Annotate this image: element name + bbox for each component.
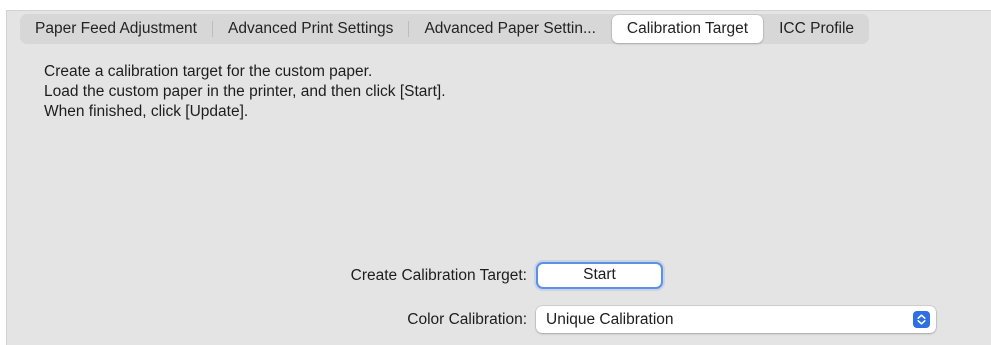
tab-advanced-paper-settings[interactable]: Advanced Paper Settin... bbox=[409, 15, 610, 43]
settings-panel bbox=[6, 10, 991, 345]
tab-icc-profile[interactable]: ICC Profile bbox=[764, 15, 869, 43]
create-calibration-target-label: Create Calibration Target: bbox=[350, 267, 527, 284]
color-calibration-label: Color Calibration: bbox=[407, 311, 527, 328]
start-button[interactable]: Start bbox=[536, 262, 663, 289]
tab-calibration-target[interactable]: Calibration Target bbox=[611, 15, 764, 43]
tab-advanced-print-settings[interactable]: Advanced Print Settings bbox=[213, 15, 408, 43]
tab-bar: Paper Feed Adjustment Advanced Print Set… bbox=[20, 14, 870, 44]
instruction-line: Load the custom paper in the printer, an… bbox=[44, 83, 446, 100]
color-calibration-select[interactable]: Unique Calibration bbox=[536, 306, 936, 333]
instruction-line: When finished, click [Update]. bbox=[44, 103, 249, 120]
updown-chevron-icon bbox=[913, 311, 930, 328]
instruction-line: Create a calibration target for the cust… bbox=[44, 63, 373, 80]
instructions-text: Create a calibration target for the cust… bbox=[44, 62, 446, 122]
color-calibration-value: Unique Calibration bbox=[546, 311, 674, 328]
tab-paper-feed-adjustment[interactable]: Paper Feed Adjustment bbox=[20, 15, 212, 43]
